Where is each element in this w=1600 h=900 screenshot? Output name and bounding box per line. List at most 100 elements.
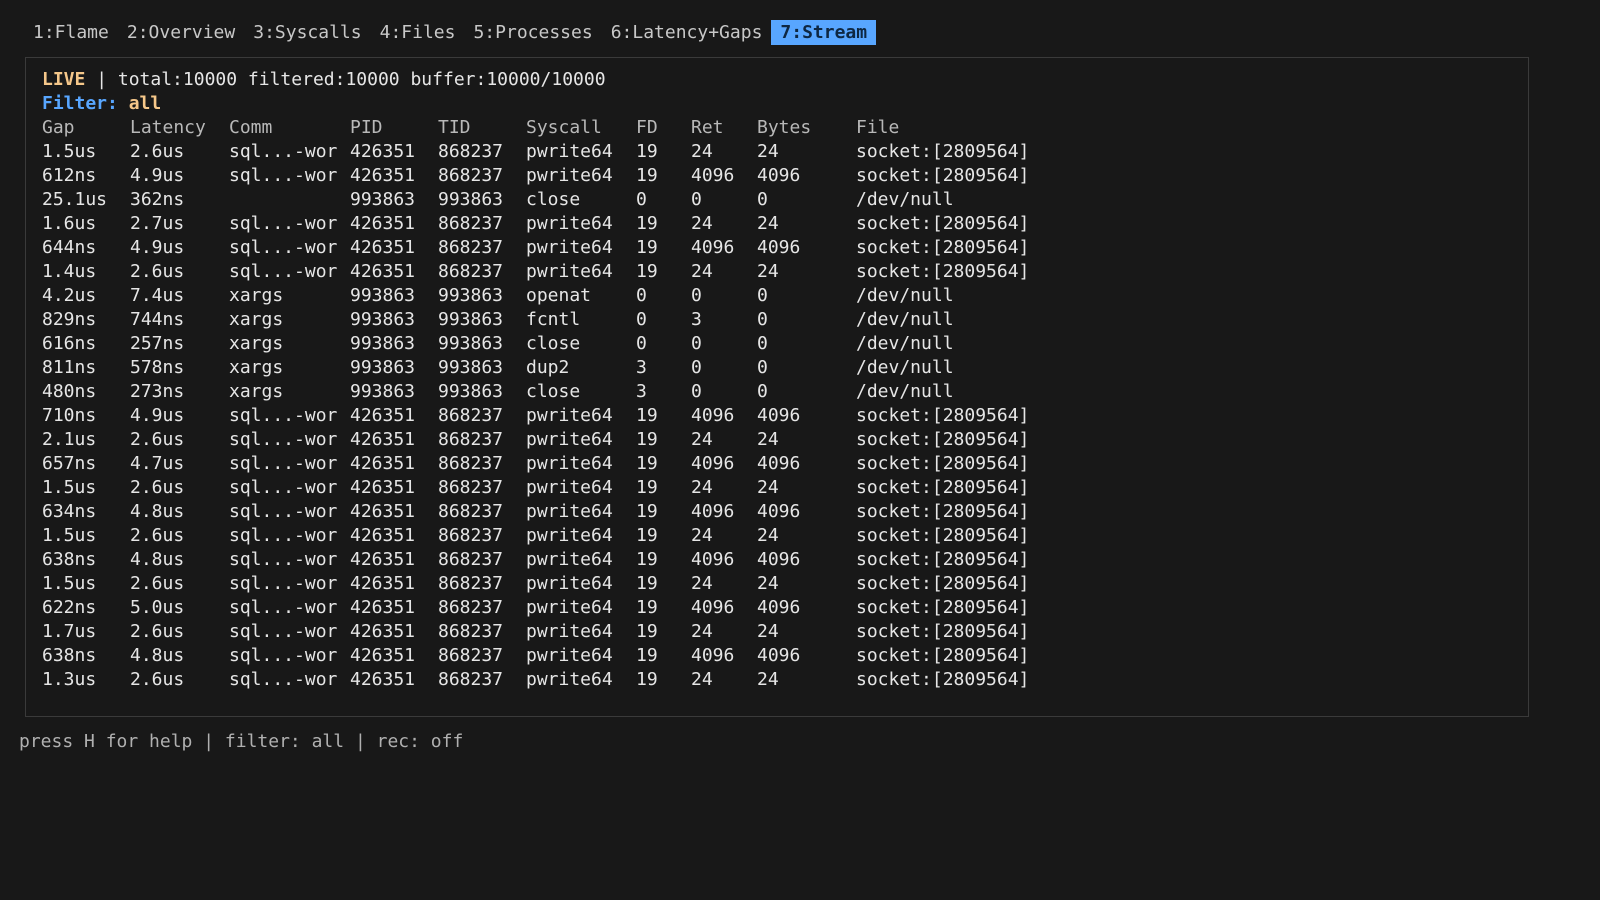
- cell-fd: 0: [636, 285, 647, 306]
- cell-pid: 993863: [350, 189, 416, 210]
- cell-comm: sql...-wor: [229, 501, 338, 522]
- cell-pid: 426351: [350, 621, 416, 642]
- cell-tid: 868237: [438, 525, 504, 546]
- cell-gap: 622ns: [42, 597, 97, 618]
- tab-latency-gaps[interactable]: 6:Latency+Gaps: [602, 20, 772, 45]
- cell-ret: 3: [691, 309, 702, 330]
- cell-syscall: pwrite64: [526, 141, 613, 162]
- cell-gap: 1.5us: [42, 573, 97, 594]
- cell-syscall: close: [526, 381, 581, 402]
- cell-ret: 4096: [691, 597, 735, 618]
- cell-fd: 19: [636, 141, 658, 162]
- cell-pid: 426351: [350, 453, 416, 474]
- cell-tid: 868237: [438, 645, 504, 666]
- cell-pid: 426351: [350, 597, 416, 618]
- cell-syscall: pwrite64: [526, 237, 613, 258]
- cell-tid: 868237: [438, 213, 504, 234]
- cell-comm: sql...-wor: [229, 429, 338, 450]
- cell-bytes: 24: [757, 213, 779, 234]
- cell-file: socket:[2809564]: [856, 237, 1030, 258]
- cell-syscall: pwrite64: [526, 669, 613, 690]
- cell-bytes: 24: [757, 573, 779, 594]
- cell-file: socket:[2809564]: [856, 429, 1030, 450]
- cell-fd: 19: [636, 549, 658, 570]
- cell-tid: 868237: [438, 477, 504, 498]
- cell-latency: 4.9us: [130, 165, 185, 186]
- cell-pid: 426351: [350, 261, 416, 282]
- column-header-tid: TID: [438, 117, 471, 138]
- cell-ret: 4096: [691, 645, 735, 666]
- cell-latency: 2.6us: [130, 573, 185, 594]
- cell-gap: 638ns: [42, 549, 97, 570]
- cell-gap: 829ns: [42, 309, 97, 330]
- cell-ret: 4096: [691, 549, 735, 570]
- cell-pid: 426351: [350, 501, 416, 522]
- cell-latency: 4.9us: [130, 237, 185, 258]
- stream-panel: LIVE | total:10000 filtered:10000 buffer…: [25, 57, 1529, 717]
- cell-file: /dev/null: [856, 333, 954, 354]
- tab-syscalls[interactable]: 3:Syscalls: [244, 20, 370, 45]
- cell-tid: 868237: [438, 453, 504, 474]
- cell-gap: 657ns: [42, 453, 97, 474]
- cell-tid: 868237: [438, 597, 504, 618]
- cell-fd: 0: [636, 309, 647, 330]
- cell-pid: 426351: [350, 669, 416, 690]
- cell-tid: 868237: [438, 621, 504, 642]
- cell-file: socket:[2809564]: [856, 645, 1030, 666]
- cell-syscall: pwrite64: [526, 501, 613, 522]
- cell-fd: 19: [636, 477, 658, 498]
- cell-file: /dev/null: [856, 189, 954, 210]
- cell-latency: 362ns: [130, 189, 185, 210]
- tab-flame[interactable]: 1:Flame: [24, 20, 118, 45]
- cell-file: /dev/null: [856, 285, 954, 306]
- cell-fd: 19: [636, 525, 658, 546]
- cell-ret: 24: [691, 477, 713, 498]
- tab-files[interactable]: 4:Files: [371, 20, 465, 45]
- tab-processes[interactable]: 5:Processes: [464, 20, 601, 45]
- filter-label: Filter:: [42, 93, 118, 114]
- cell-pid: 426351: [350, 525, 416, 546]
- tab-overview[interactable]: 2:Overview: [118, 20, 244, 45]
- cell-gap: 612ns: [42, 165, 97, 186]
- cell-syscall: pwrite64: [526, 453, 613, 474]
- cell-ret: 0: [691, 285, 702, 306]
- column-header-fd: FD: [636, 117, 658, 138]
- cell-pid: 426351: [350, 645, 416, 666]
- cell-syscall: pwrite64: [526, 645, 613, 666]
- cell-latency: 257ns: [130, 333, 185, 354]
- cell-syscall: pwrite64: [526, 621, 613, 642]
- cell-syscall: pwrite64: [526, 525, 613, 546]
- cell-syscall: close: [526, 189, 581, 210]
- cell-file: socket:[2809564]: [856, 405, 1030, 426]
- cell-ret: 24: [691, 573, 713, 594]
- cell-fd: 19: [636, 453, 658, 474]
- cell-file: socket:[2809564]: [856, 621, 1030, 642]
- cell-latency: 578ns: [130, 357, 185, 378]
- cell-latency: 4.8us: [130, 645, 185, 666]
- cell-fd: 19: [636, 669, 658, 690]
- cell-gap: 634ns: [42, 501, 97, 522]
- filter-line: Filter: all: [42, 92, 161, 116]
- filter-value: all: [128, 93, 162, 114]
- cell-comm: xargs: [229, 381, 284, 402]
- cell-tid: 868237: [438, 261, 504, 282]
- cell-file: /dev/null: [856, 381, 954, 402]
- cell-syscall: close: [526, 333, 581, 354]
- cell-bytes: 4096: [757, 165, 801, 186]
- cell-comm: xargs: [229, 333, 284, 354]
- cell-bytes: 4096: [757, 645, 801, 666]
- cell-ret: 24: [691, 141, 713, 162]
- cell-file: /dev/null: [856, 309, 954, 330]
- cell-file: /dev/null: [856, 357, 954, 378]
- footer-help: press H for help | filter: all | rec: of…: [19, 731, 464, 752]
- column-header-pid: PID: [350, 117, 383, 138]
- cell-bytes: 4096: [757, 453, 801, 474]
- cell-file: socket:[2809564]: [856, 597, 1030, 618]
- cell-file: socket:[2809564]: [856, 261, 1030, 282]
- cell-comm: sql...-wor: [229, 477, 338, 498]
- tab-stream[interactable]: 7:Stream: [771, 20, 877, 45]
- cell-tid: 993863: [438, 285, 504, 306]
- cell-ret: 24: [691, 429, 713, 450]
- cell-tid: 993863: [438, 189, 504, 210]
- cell-ret: 24: [691, 261, 713, 282]
